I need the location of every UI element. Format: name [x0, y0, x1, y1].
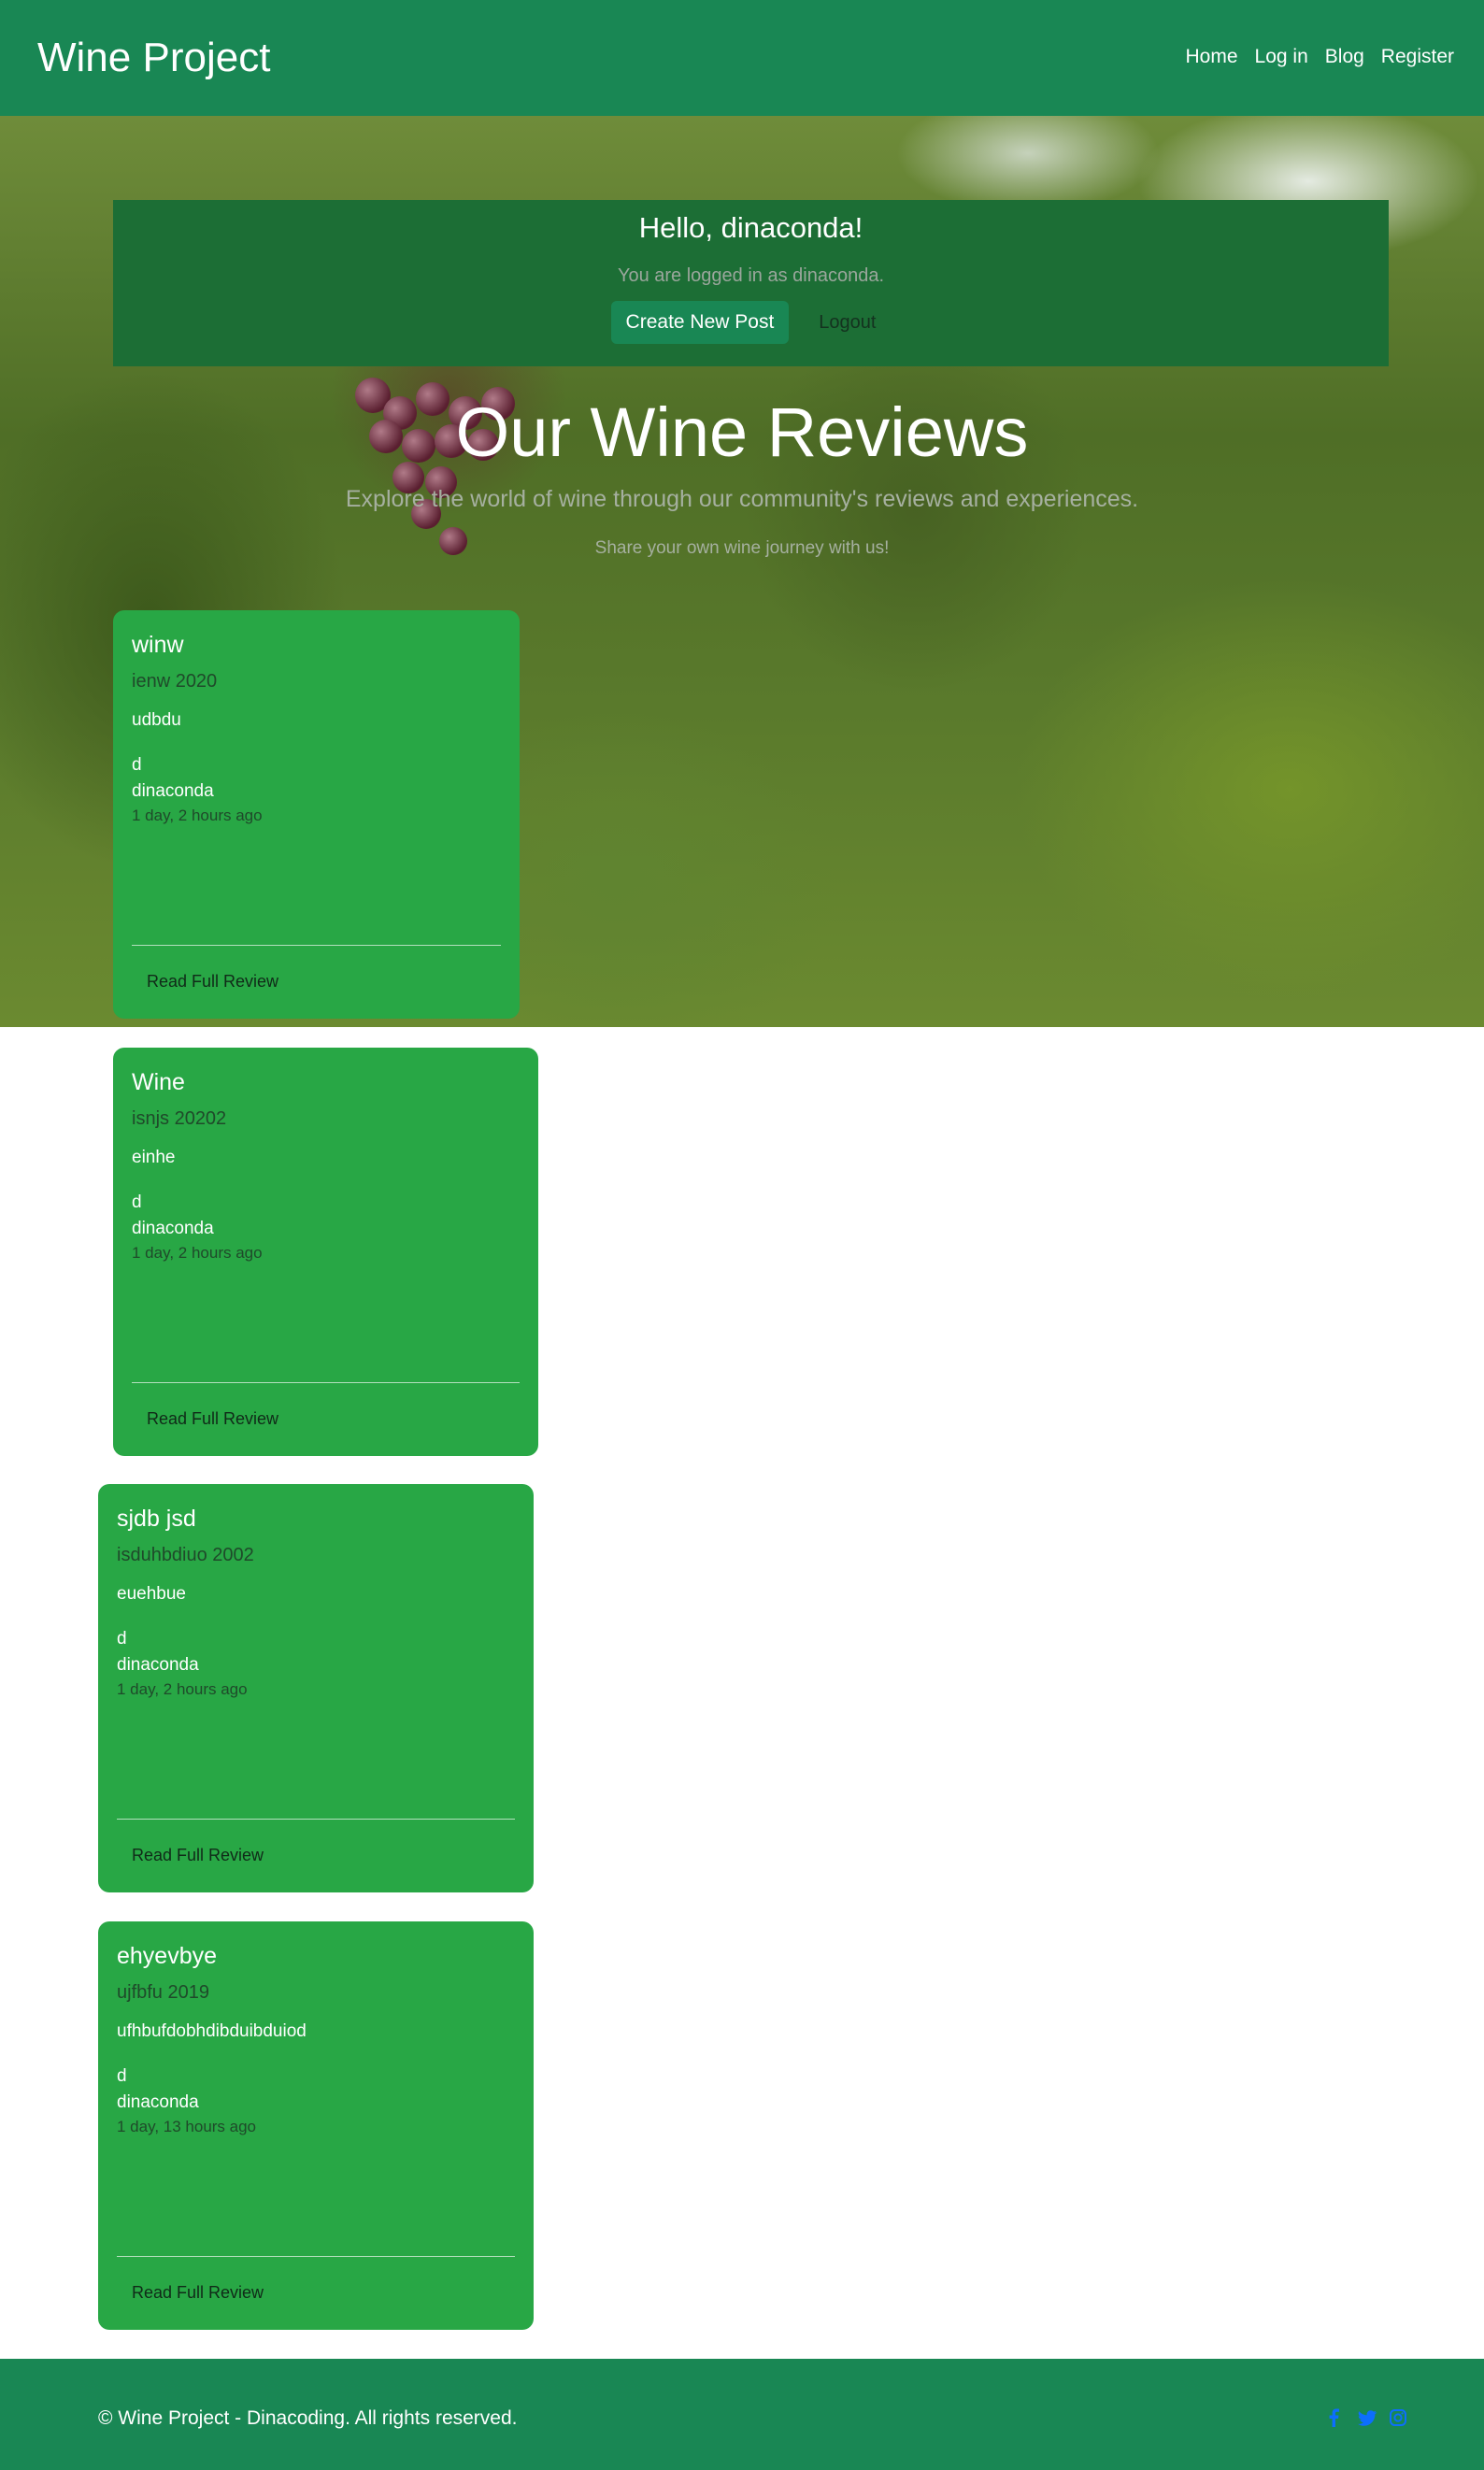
review-text: udbdu — [132, 710, 181, 730]
card-divider — [132, 1382, 520, 1383]
review-title: Wine — [132, 1069, 185, 1095]
review-card: winw ienw 2020 udbdu d dinaconda 1 day, … — [113, 610, 520, 1019]
brand-title[interactable]: Wine Project — [37, 32, 270, 84]
review-rating: d — [117, 1629, 127, 1649]
review-card: Wine isnjs 20202 einhe d dinaconda 1 day… — [113, 1048, 538, 1456]
copyright-text: © Wine Project - Dinacoding. All rights … — [98, 2407, 518, 2429]
review-rating: d — [132, 1192, 142, 1212]
nav-home-link[interactable]: Home — [1186, 43, 1238, 71]
welcome-actions: Create New Post Logout — [113, 301, 1389, 344]
page-note: Share your own wine journey with us! — [594, 538, 890, 558]
review-card: ehyevbye ujfbfu 2019 ufhbufdobhdibduibdu… — [98, 1921, 534, 2330]
review-text: euehbue — [117, 1584, 186, 1604]
logout-button[interactable]: Logout — [804, 301, 891, 344]
review-wine: isduhbdiuo 2002 — [117, 1545, 254, 1565]
review-wine: ienw 2020 — [132, 671, 218, 692]
nav-login-link[interactable]: Log in — [1255, 43, 1308, 71]
read-full-review-link[interactable]: Read Full Review — [132, 2281, 264, 2304]
review-author: dinaconda — [117, 2092, 199, 2112]
review-author: dinaconda — [117, 1655, 199, 1675]
page-title: Our Wine Reviews — [455, 393, 1029, 471]
review-author: dinaconda — [132, 781, 214, 801]
card-divider — [117, 2256, 515, 2257]
review-wine: isnjs 20202 — [132, 1108, 227, 1129]
welcome-panel: Hello, dinaconda! You are logged in as d… — [113, 200, 1389, 366]
create-post-button[interactable]: Create New Post — [610, 301, 790, 344]
review-time: 1 day, 2 hours ago — [132, 807, 263, 824]
review-author: dinaconda — [132, 1219, 214, 1238]
login-status-text: You are logged in as dinaconda. — [617, 265, 885, 286]
review-title: winw — [132, 632, 184, 658]
twitter-icon[interactable] — [1357, 2407, 1377, 2428]
nav-register-link[interactable]: Register — [1381, 43, 1454, 71]
nav-blog-link[interactable]: Blog — [1325, 43, 1364, 71]
instagram-icon[interactable] — [1389, 2407, 1407, 2428]
review-time: 1 day, 2 hours ago — [132, 1244, 263, 1262]
site-footer: © Wine Project - Dinacoding. All rights … — [0, 2359, 1484, 2470]
facebook-icon[interactable] — [1325, 2407, 1344, 2428]
review-wine: ujfbfu 2019 — [117, 1982, 209, 2003]
read-full-review-link[interactable]: Read Full Review — [132, 1844, 264, 1866]
review-text: einhe — [132, 1148, 176, 1167]
review-time: 1 day, 13 hours ago — [117, 2118, 257, 2135]
social-links — [1325, 2407, 1407, 2428]
greeting-heading: Hello, dinaconda! — [638, 211, 863, 244]
read-full-review-link[interactable]: Read Full Review — [147, 970, 278, 992]
read-full-review-link[interactable]: Read Full Review — [147, 1407, 278, 1430]
main-nav: Home Log in Blog Register — [1186, 43, 1454, 71]
review-title: ehyevbye — [117, 1943, 218, 1969]
review-rating: d — [132, 755, 142, 775]
review-title: sjdb jsd — [117, 1506, 196, 1532]
card-divider — [132, 945, 501, 946]
review-time: 1 day, 2 hours ago — [117, 1680, 248, 1698]
review-text: ufhbufdobhdibduibduiod — [117, 2021, 307, 2041]
review-rating: d — [117, 2066, 127, 2086]
page-subtitle: Explore the world of wine through our co… — [345, 486, 1139, 512]
card-divider — [117, 1819, 515, 1820]
site-header: Wine Project Home Log in Blog Register — [0, 0, 1484, 116]
review-card: sjdb jsd isduhbdiuo 2002 euehbue d dinac… — [98, 1484, 534, 1892]
